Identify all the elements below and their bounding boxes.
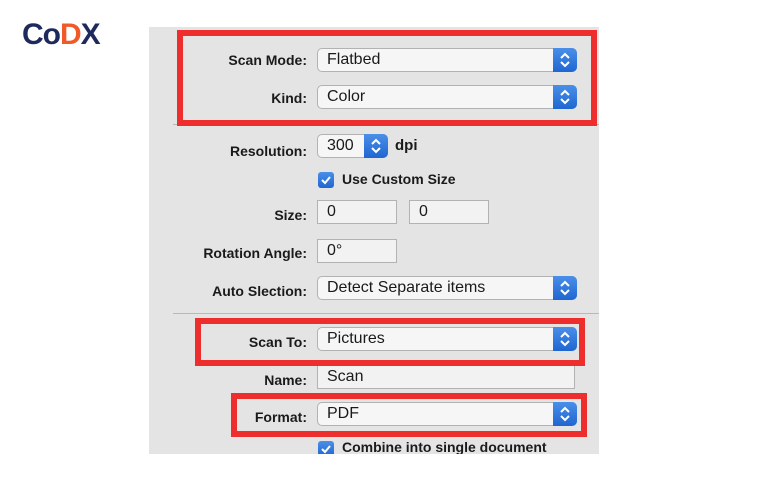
size-height-input[interactable]: 0	[409, 200, 489, 224]
resolution-label: Resolution:	[230, 143, 307, 159]
rotation-label: Rotation Angle:	[203, 245, 307, 261]
resolution-value: 300	[327, 137, 354, 154]
logo-text-co: Co	[22, 18, 61, 51]
resolution-unit: dpi	[395, 137, 418, 154]
highlight-box-format	[231, 393, 587, 437]
combine-checkbox[interactable]	[318, 441, 334, 454]
resolution-select[interactable]: 300	[317, 134, 388, 158]
auto-selection-select[interactable]: Detect Separate items	[317, 276, 577, 300]
logo-text-x: X	[80, 18, 101, 51]
codx-logo: Co D X	[22, 18, 101, 52]
checkmark-icon	[321, 445, 331, 454]
up-down-chevron-icon[interactable]	[553, 276, 577, 300]
name-input[interactable]: Scan	[317, 365, 575, 389]
rotation-input[interactable]: 0°	[317, 239, 397, 263]
up-down-chevron-icon[interactable]	[364, 134, 388, 158]
divider	[173, 313, 599, 314]
auto-selection-label: Auto Slection:	[212, 283, 307, 299]
highlight-box-scan-mode-kind	[177, 30, 597, 126]
checkmark-icon	[321, 176, 331, 185]
size-width-input[interactable]: 0	[317, 200, 397, 224]
logo-text-d: D	[60, 18, 82, 51]
size-label: Size:	[274, 207, 307, 223]
name-label: Name:	[264, 372, 307, 388]
auto-selection-value: Detect Separate items	[327, 279, 486, 296]
custom-size-checkbox[interactable]	[318, 172, 334, 188]
highlight-box-scan-to	[195, 318, 585, 366]
combine-label: Combine into single document	[342, 439, 547, 454]
custom-size-label: Use Custom Size	[342, 171, 456, 187]
